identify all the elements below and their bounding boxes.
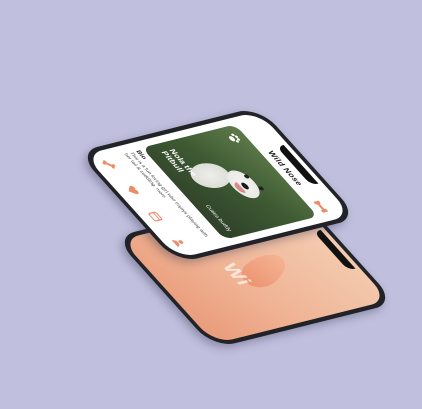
tab-profile[interactable] xyxy=(169,235,191,250)
tab-bone[interactable] xyxy=(98,157,120,172)
phone-notch xyxy=(313,229,356,271)
profile-icon xyxy=(172,240,184,247)
mockup-stage: Wi Wild Nose Nola the Pitbull Cuties bud… xyxy=(0,0,422,409)
heart-icon xyxy=(129,185,140,195)
dog-eye xyxy=(243,174,251,179)
bone-icon[interactable] xyxy=(312,200,329,213)
dog-eye xyxy=(257,185,265,191)
dog-name: Nola the Pitbull xyxy=(159,148,199,177)
tab-calendar[interactable] xyxy=(145,209,167,224)
calendar-icon xyxy=(148,211,163,222)
tab-heart[interactable] xyxy=(122,183,144,198)
paw-icon[interactable] xyxy=(225,132,244,145)
bone-icon xyxy=(102,160,116,169)
